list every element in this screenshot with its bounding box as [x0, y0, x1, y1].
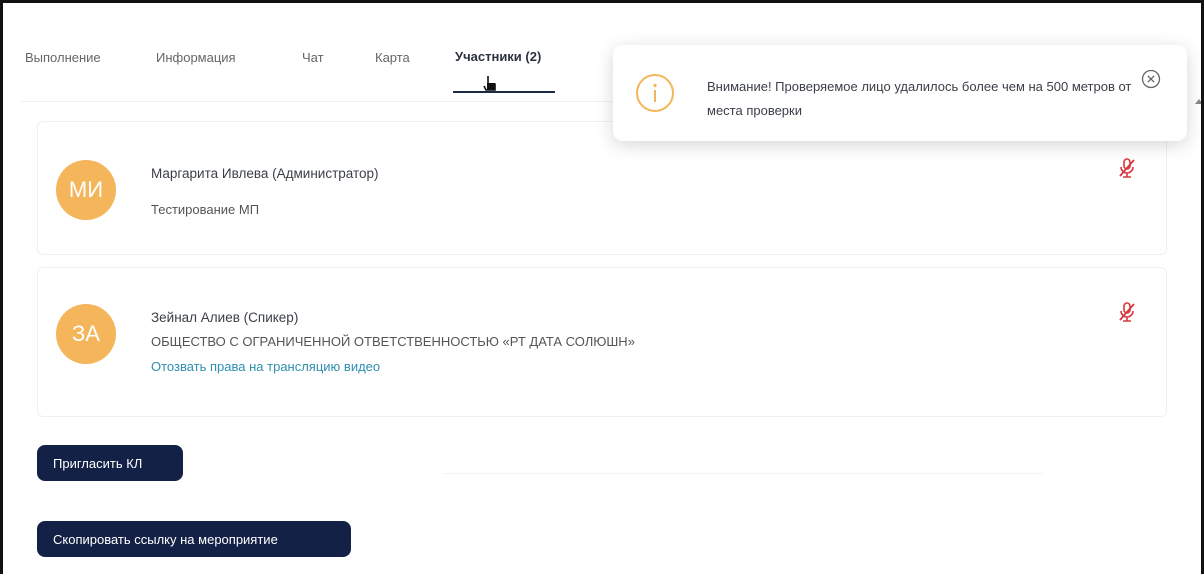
participant-name: Маргарита Ивлева (Администратор)	[151, 166, 379, 181]
app-frame: Выполнение Информация Чат Карта Участник…	[0, 0, 1204, 574]
toast-message: Внимание! Проверяемое лицо удалилось бол…	[707, 79, 1132, 118]
info-icon	[636, 74, 674, 112]
invite-button[interactable]: Пригласить КЛ	[37, 445, 183, 481]
mic-off-icon[interactable]	[1118, 158, 1136, 178]
scroll-up-icon[interactable]	[1195, 99, 1201, 104]
tab-information[interactable]: Информация	[156, 50, 236, 65]
copy-event-link-button[interactable]: Скопировать ссылку на мероприятие	[37, 521, 351, 557]
participant-card: ЗА Зейнал Алиев (Спикер) ОБЩЕСТВО С ОГРА…	[37, 267, 1167, 417]
avatar: МИ	[56, 160, 116, 220]
revoke-video-rights-link[interactable]: Отозвать права на трансляцию видео	[151, 359, 380, 374]
participant-organization: ОБЩЕСТВО С ОГРАНИЧЕННОЙ ОТВЕТСТВЕННОСТЬЮ…	[151, 334, 635, 349]
participant-card: МИ Маргарита Ивлева (Администратор) Тест…	[37, 121, 1167, 255]
hand-cursor-icon	[483, 76, 496, 91]
tab-map[interactable]: Карта	[375, 50, 410, 65]
close-icon[interactable]	[1141, 69, 1161, 89]
divider	[443, 473, 1043, 474]
tab-participants[interactable]: Участники (2)	[455, 49, 541, 64]
tab-execution[interactable]: Выполнение	[25, 50, 101, 65]
active-tab-indicator	[453, 91, 555, 93]
participant-name: Зейнал Алиев (Спикер)	[151, 310, 299, 325]
avatar: ЗА	[56, 304, 116, 364]
warning-toast: Внимание! Проверяемое лицо удалилось бол…	[613, 45, 1187, 141]
tab-chat[interactable]: Чат	[302, 50, 324, 65]
mic-off-icon[interactable]	[1118, 302, 1136, 322]
participant-organization: Тестирование МП	[151, 202, 260, 217]
tab-divider	[21, 101, 621, 102]
